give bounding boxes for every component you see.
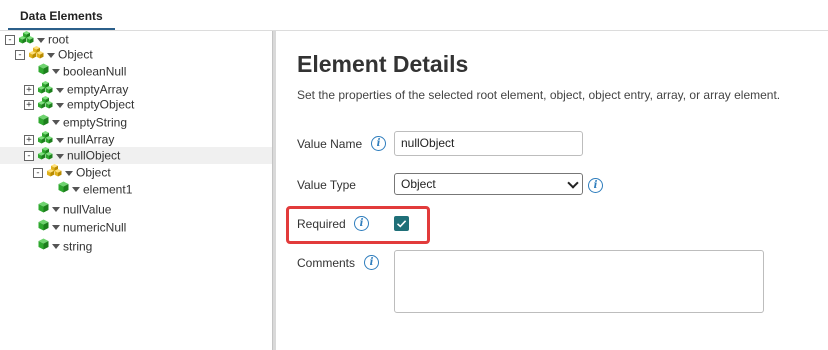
caret-down-icon[interactable] <box>56 102 64 108</box>
caret-down-icon[interactable] <box>47 52 55 58</box>
green-cubes-icon <box>38 147 53 165</box>
tree-node-label: nullValue <box>63 202 112 217</box>
tree-node[interactable]: numericNull <box>38 219 126 236</box>
caret-down-icon[interactable] <box>56 137 64 143</box>
tree-node[interactable]: element1 <box>58 181 132 198</box>
caret-down-icon[interactable] <box>65 170 73 176</box>
caret-down-icon[interactable] <box>52 207 60 213</box>
collapse-icon[interactable]: - <box>33 168 43 178</box>
value-type-selected: Object <box>401 177 436 191</box>
tree-node[interactable]: + nullArray <box>24 131 114 148</box>
element-details-panel: Element Details Set the properties of th… <box>286 31 817 350</box>
green-cube-icon <box>38 201 49 218</box>
tree-node-label: Object <box>58 47 93 62</box>
value-name-field[interactable]: nullObject <box>394 131 583 156</box>
green-cube-icon <box>38 63 49 80</box>
tree-node[interactable]: string <box>38 238 92 255</box>
required-label: Required <box>297 217 346 231</box>
green-cube-icon <box>38 219 49 236</box>
tree-node[interactable]: nullValue <box>38 201 111 218</box>
tree-node-label: nullArray <box>67 132 115 147</box>
comments-label: Comments <box>297 256 356 270</box>
green-cube-icon <box>38 238 49 255</box>
tree-node[interactable]: - Object <box>33 164 111 181</box>
caret-down-icon[interactable] <box>52 69 60 75</box>
expand-icon[interactable]: + <box>24 100 34 110</box>
tab-data-elements[interactable]: Data Elements <box>8 0 115 30</box>
caret-down-icon[interactable] <box>52 120 60 126</box>
tree-node-label: nullObject <box>67 148 121 163</box>
value-name-info-icon[interactable]: i <box>371 136 386 151</box>
collapse-icon[interactable]: - <box>15 50 25 60</box>
comments-info-icon[interactable]: i <box>364 255 379 270</box>
check-icon <box>396 220 407 228</box>
value-type-info-icon[interactable]: i <box>588 178 603 193</box>
value-name-label: Value Name <box>297 137 363 151</box>
tree-node[interactable]: booleanNull <box>38 63 126 80</box>
collapse-icon[interactable]: - <box>24 151 34 161</box>
caret-down-icon[interactable] <box>56 87 64 93</box>
expand-icon[interactable]: + <box>24 85 34 95</box>
tree-node-label: booleanNull <box>63 64 127 79</box>
collapse-icon[interactable]: - <box>5 35 15 45</box>
caret-down-icon[interactable] <box>52 244 60 250</box>
tab-bar: Data Elements <box>0 0 828 31</box>
yellow-cubes-icon <box>47 164 62 182</box>
value-type-select[interactable]: Object <box>394 173 583 195</box>
tree-node[interactable]: emptyString <box>38 114 127 131</box>
chevron-down-icon <box>567 177 579 189</box>
caret-down-icon[interactable] <box>52 225 60 231</box>
required-checkbox[interactable] <box>394 216 409 231</box>
tree-node[interactable]: - Object <box>15 46 93 63</box>
comments-textarea[interactable] <box>394 250 764 313</box>
panel-splitter[interactable] <box>272 31 276 350</box>
caret-down-icon[interactable] <box>56 153 64 159</box>
tree-node-label: root <box>48 32 69 47</box>
page-subtitle: Set the properties of the selected root … <box>297 88 781 102</box>
tree-node-label: emptyArray <box>67 82 129 97</box>
tree-node[interactable]: - nullObject <box>0 147 272 164</box>
green-cube-icon <box>38 114 49 131</box>
green-cubes-icon <box>38 96 53 114</box>
caret-down-icon[interactable] <box>72 187 80 193</box>
required-info-icon[interactable]: i <box>354 216 369 231</box>
yellow-cubes-icon <box>29 46 44 64</box>
tree-node-label: string <box>63 239 93 254</box>
tree-node-label: numericNull <box>63 220 127 235</box>
tree-node-label: emptyString <box>63 115 128 130</box>
green-cube-icon <box>58 181 69 198</box>
value-type-label: Value Type <box>297 178 356 192</box>
tree-node[interactable]: + emptyObject <box>24 96 134 113</box>
tree-node-label: emptyObject <box>67 97 135 112</box>
tree-node-label: element1 <box>83 182 133 197</box>
data-elements-tree: - root - Object booleanNull + emptyArray + empty… <box>0 31 272 350</box>
caret-down-icon[interactable] <box>37 37 45 43</box>
expand-icon[interactable]: + <box>24 135 34 145</box>
page-title: Element Details <box>297 51 469 77</box>
tree-node-label: Object <box>76 165 111 180</box>
